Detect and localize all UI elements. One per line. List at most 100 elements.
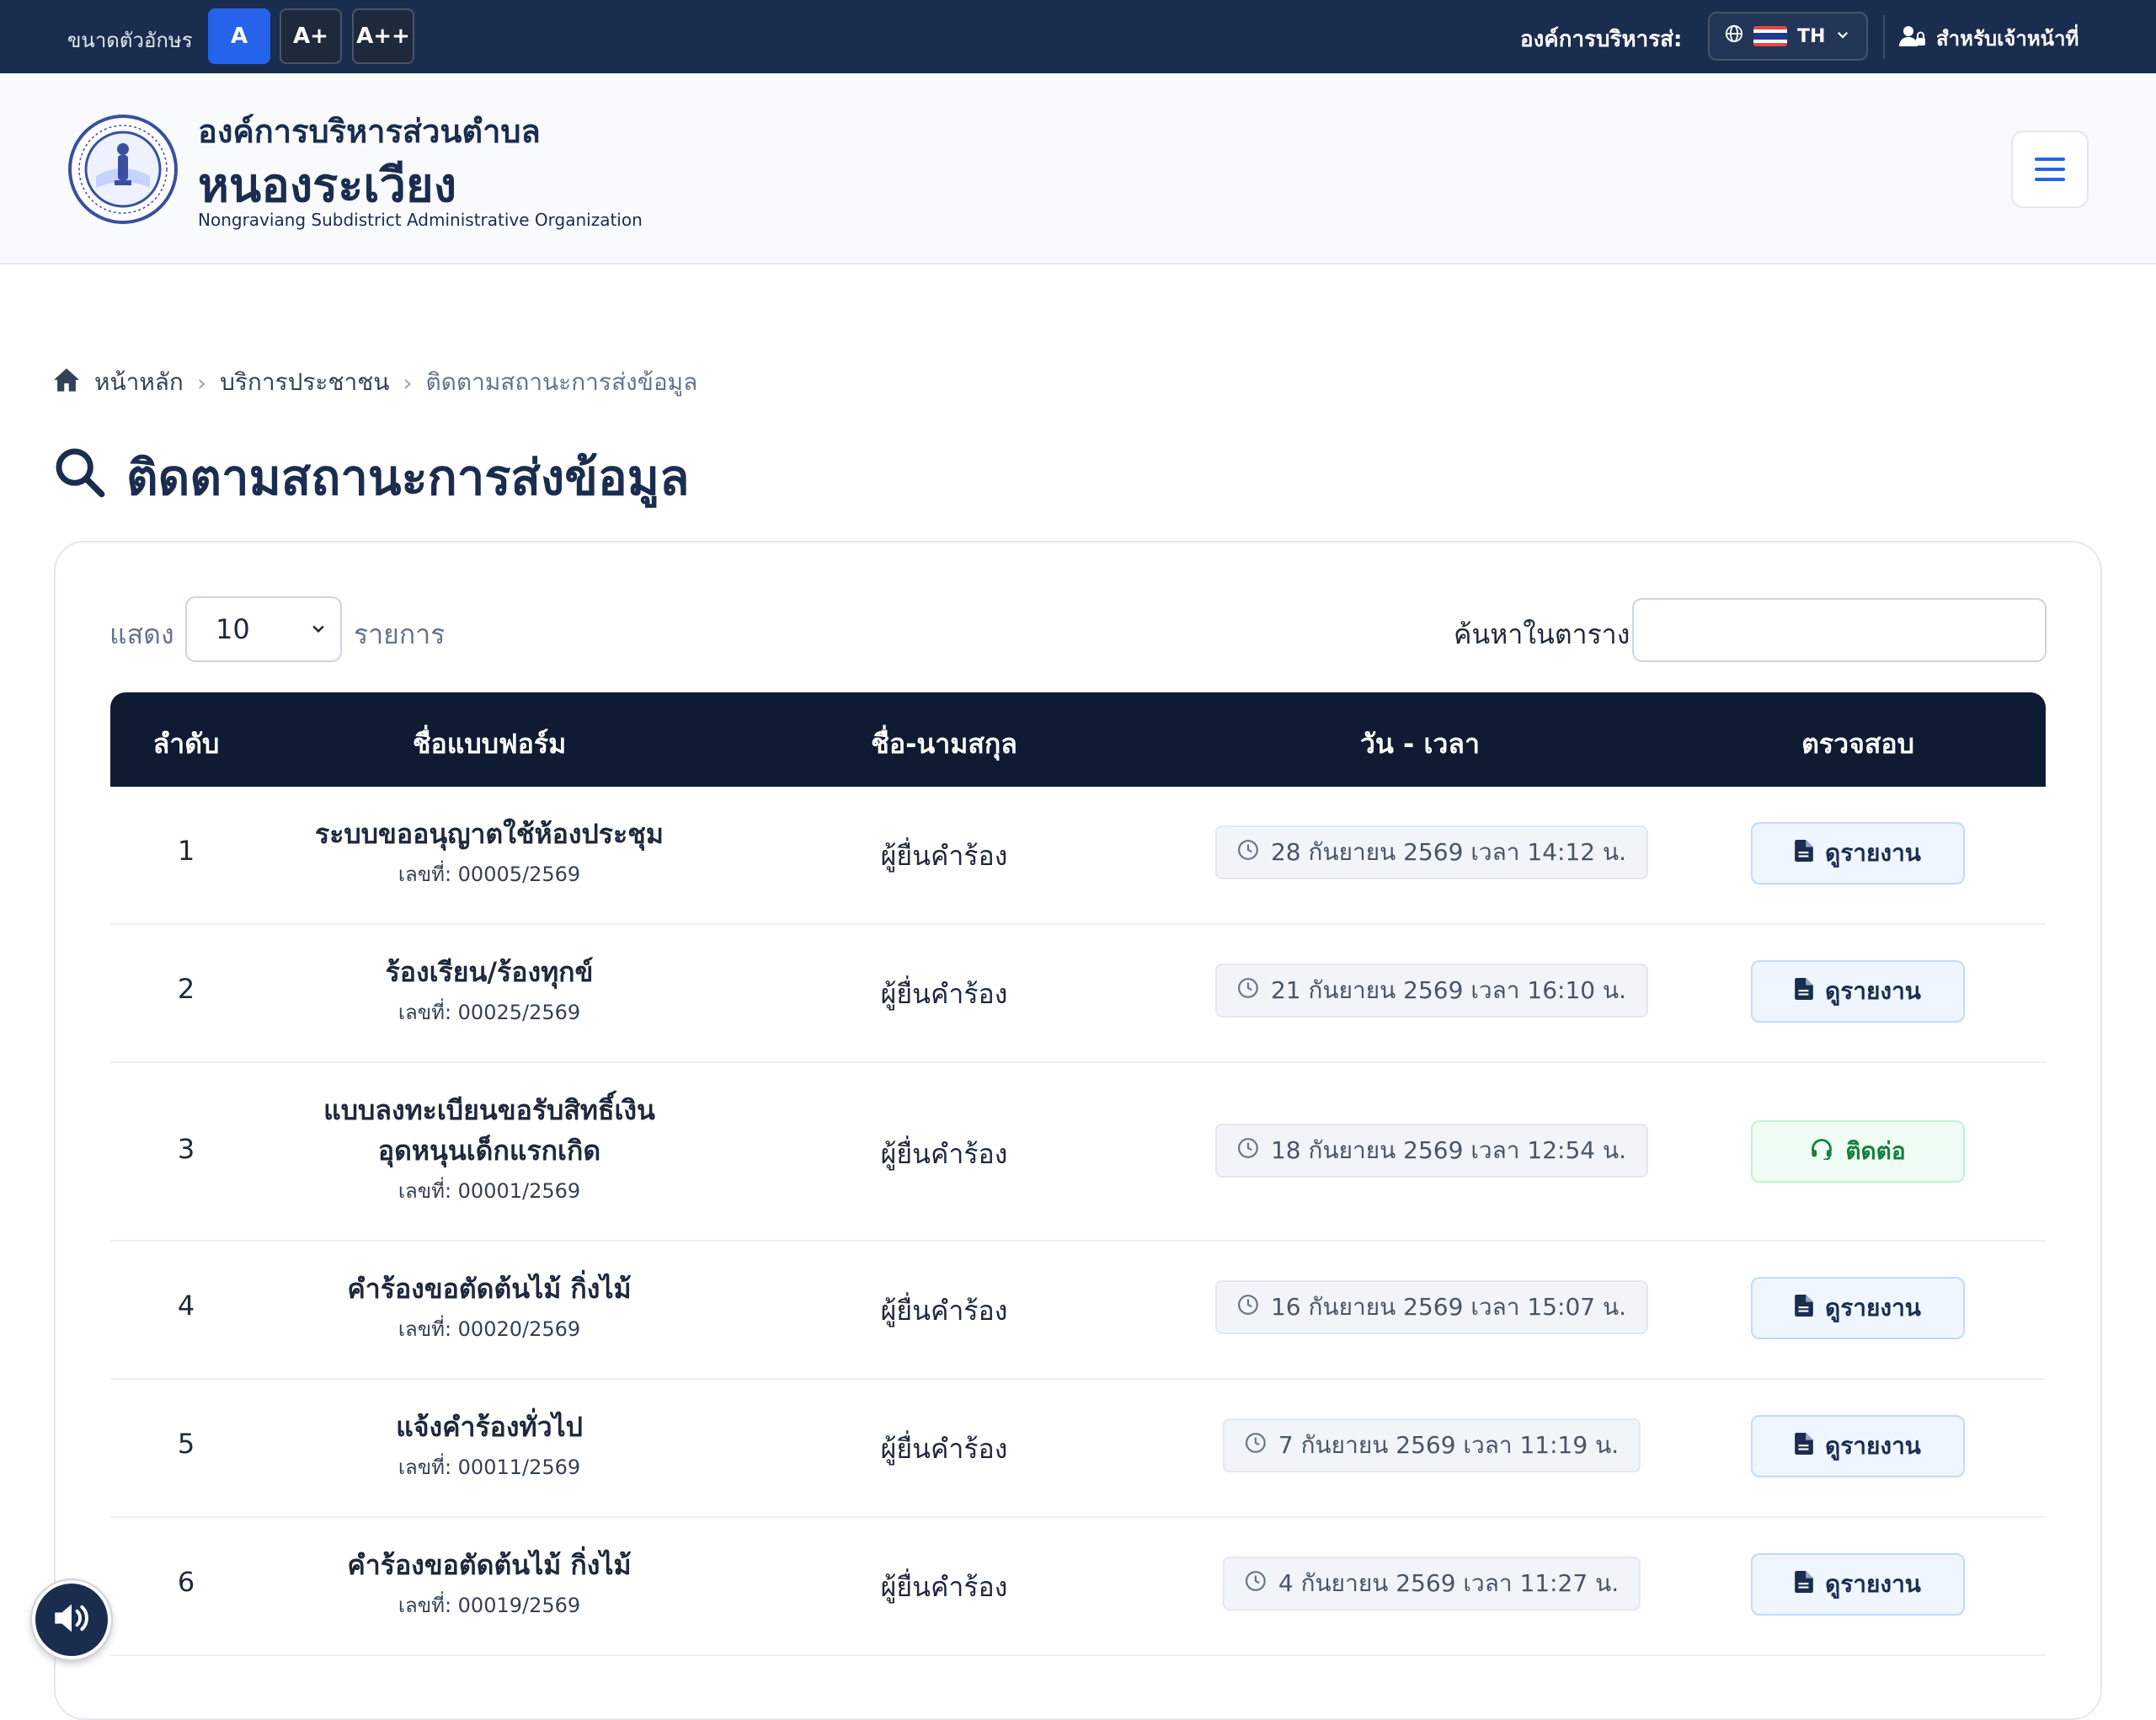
row-number: 4	[177, 1290, 195, 1322]
org-logo[interactable]	[67, 114, 179, 225]
form-title: ร้องเรียน/ร้องทุกข์	[385, 956, 594, 988]
user-lock-icon	[1899, 24, 1926, 53]
clock-icon	[1237, 1294, 1259, 1322]
form-title: ระบบขออนุญาตใช้ห้องประชุม	[315, 818, 664, 850]
datetime-badge: 18 กันยายน 2569 เวลา 12:54 น.	[1214, 1124, 1649, 1178]
view-report-label: ดูรายงาน	[1825, 1570, 1921, 1598]
table-row: 4 คำร้องขอตัดต้นไม้ กิ่งไม้ เลขที่: 0002…	[110, 1242, 2046, 1380]
row-number: 3	[177, 1133, 195, 1165]
chevron-right-icon: ›	[403, 368, 413, 397]
view-report-button[interactable]: ดูรายงาน	[1751, 1277, 1965, 1339]
contact-button[interactable]: ติดต่อ	[1751, 1120, 1965, 1183]
applicant-name: ผู้ยื่นคำร้อง	[880, 978, 1008, 1010]
clock-icon	[1237, 977, 1259, 1005]
view-report-button[interactable]: ดูรายงาน	[1751, 960, 1965, 1023]
document-icon	[1795, 1294, 1813, 1322]
document-icon	[1795, 1432, 1813, 1461]
view-report-label: ดูรายงาน	[1825, 1294, 1921, 1322]
view-report-button[interactable]: ดูรายงาน	[1751, 1553, 1965, 1616]
datetime-badge: 4 กันยายน 2569 เวลา 11:27 น.	[1222, 1557, 1641, 1610]
org-label: องค์การบริหารส่:	[1520, 27, 1683, 52]
datetime-text: 28 กันยายน 2569 เวลา 14:12 น.	[1270, 838, 1627, 866]
form-cell: คำร้องขอตัดต้นไม้ กิ่งไม้ เลขที่: 00019/…	[253, 1545, 725, 1621]
form-cell: แบบลงทะเบียนขอรับสิทธิ์เงิน อุดหนุนเด็กแร…	[253, 1090, 725, 1207]
column-header-form[interactable]: ชื่อแบบฟอร์ม	[413, 723, 566, 766]
hamburger-menu-button[interactable]	[2011, 131, 2089, 208]
search-icon	[52, 445, 106, 510]
form-number: เลขที่: 00005/2569	[398, 863, 581, 886]
table-header: ลำดับ ชื่อแบบฟอร์ม ชื่อ-นามสกุล วัน - เว…	[110, 692, 2046, 787]
table-row: 6 คำร้องขอตัดต้นไม้ กิ่งไม้ เลขที่: 0001…	[110, 1518, 2046, 1656]
form-title: คำร้องขอตัดต้นไม้ กิ่งไม้	[347, 1273, 632, 1305]
home-icon[interactable]	[52, 367, 81, 398]
clock-icon	[1245, 1570, 1267, 1598]
form-cell: คำร้องขอตัดต้นไม้ กิ่งไม้ เลขที่: 00020/…	[253, 1269, 725, 1345]
entries-per-page-value: 10	[216, 613, 250, 645]
font-size-xlarge-button[interactable]: A++	[352, 8, 414, 64]
table-row: 2 ร้องเรียน/ร้องทุกข์ เลขที่: 00025/2569…	[110, 925, 2046, 1063]
table-body: 1 ระบบขออนุญาตใช้ห้องประชุม เลขที่: 0000…	[110, 787, 2046, 1656]
page-title-text: ติดตามสถานะการส่งข้อมูล	[126, 449, 690, 506]
datetime-text: 4 กันยายน 2569 เวลา 11:27 น.	[1278, 1569, 1620, 1597]
breadcrumb: หน้าหลัก › บริการประชาชน › ติดตามสถานะกา…	[52, 364, 697, 401]
org-name-english: Nongraviang Subdistrict Administrative O…	[198, 210, 643, 230]
form-number: เลขที่: 00019/2569	[398, 1594, 581, 1617]
column-header-number[interactable]: ลำดับ	[153, 723, 220, 766]
contact-label: ติดต่อ	[1845, 1137, 1906, 1165]
text-to-speech-button[interactable]	[32, 1580, 111, 1659]
form-number: เลขที่: 00025/2569	[398, 1001, 581, 1024]
headset-icon	[1810, 1138, 1833, 1166]
page-title: ติดตามสถานะการส่งข้อมูล	[52, 438, 690, 516]
view-report-label: ดูรายงาน	[1825, 1432, 1921, 1460]
chevron-down-icon	[310, 618, 327, 642]
form-number: เลขที่: 00020/2569	[398, 1317, 581, 1341]
applicant-name: ผู้ยื่นคำร้อง	[880, 840, 1008, 872]
language-selector[interactable]: TH	[1708, 12, 1868, 61]
datetime-text: 7 กันยายน 2569 เวลา 11:19 น.	[1278, 1431, 1620, 1459]
show-entries-label: แสดง	[109, 618, 174, 650]
volume-icon	[52, 1601, 91, 1638]
top-utility-bar: ขนาดตัวอักษร A A+ A++ องค์การบริหารส่: T…	[0, 0, 2156, 73]
document-icon	[1795, 839, 1813, 868]
table-row: 3 แบบลงทะเบียนขอรับสิทธิ์เงิน อุดหนุนเด็ก…	[110, 1063, 2046, 1242]
datetime-badge: 21 กันยายน 2569 เวลา 16:10 น.	[1214, 964, 1649, 1018]
breadcrumb-section[interactable]: บริการประชาชน	[220, 364, 389, 401]
staff-label: สำหรับเจ้าหน้าที่	[1936, 27, 2079, 51]
table-search-input[interactable]	[1632, 598, 2047, 662]
form-title: แบบลงทะเบียนขอรับสิทธิ์เงิน อุดหนุนเด็กแร…	[323, 1094, 655, 1167]
form-cell: แจ้งคำร้องทั่วไป เลขที่: 00011/2569	[253, 1407, 725, 1483]
staff-login-link[interactable]: สำหรับเจ้าหน้าที่	[1899, 22, 2079, 55]
language-code: TH	[1797, 25, 1826, 47]
applicant-name: ผู้ยื่นคำร้อง	[880, 1295, 1008, 1327]
font-size-normal-button[interactable]: A	[208, 8, 270, 64]
globe-icon	[1725, 24, 1743, 48]
datetime-text: 16 กันยายน 2569 เวลา 15:07 น.	[1270, 1293, 1627, 1321]
chevron-down-icon	[1835, 26, 1850, 47]
font-size-label: ขนาดตัวอักษร	[67, 29, 193, 52]
view-report-button[interactable]: ดูรายงาน	[1751, 1415, 1965, 1477]
document-icon	[1795, 977, 1813, 1006]
chevron-right-icon: ›	[196, 368, 207, 397]
view-report-label: ดูรายงาน	[1825, 839, 1921, 867]
datetime-badge: 16 กันยายน 2569 เวลา 15:07 น.	[1214, 1280, 1649, 1334]
font-size-large-button[interactable]: A+	[280, 8, 342, 64]
applicant-name: ผู้ยื่นคำร้อง	[880, 1433, 1008, 1465]
row-number: 2	[177, 973, 195, 1005]
row-number: 6	[177, 1566, 195, 1598]
column-header-datetime[interactable]: วัน - เวลา	[1360, 723, 1480, 766]
table-search-label: ค้นหาในตาราง:	[1454, 618, 1640, 650]
datetime-text: 18 กันยายน 2569 เวลา 12:54 น.	[1270, 1136, 1627, 1164]
breadcrumb-home[interactable]: หน้าหลัก	[94, 364, 184, 401]
entries-per-page-select[interactable]: 10	[185, 596, 342, 662]
document-icon	[1795, 1570, 1813, 1599]
topbar-divider	[1883, 15, 1885, 59]
column-header-check[interactable]: ตรวจสอบ	[1801, 723, 1914, 766]
column-header-name[interactable]: ชื่อ-นามสกุล	[871, 723, 1017, 766]
entries-unit-label: รายการ	[354, 618, 446, 650]
form-number: เลขที่: 00001/2569	[398, 1179, 581, 1203]
view-report-button[interactable]: ดูรายงาน	[1751, 822, 1965, 884]
menu-icon	[2035, 158, 2065, 161]
row-number: 5	[177, 1428, 195, 1460]
row-number: 1	[177, 835, 195, 867]
site-header: องค์การบริหารส่วนตำบล หนองระเวียง Nongra…	[0, 73, 2156, 264]
